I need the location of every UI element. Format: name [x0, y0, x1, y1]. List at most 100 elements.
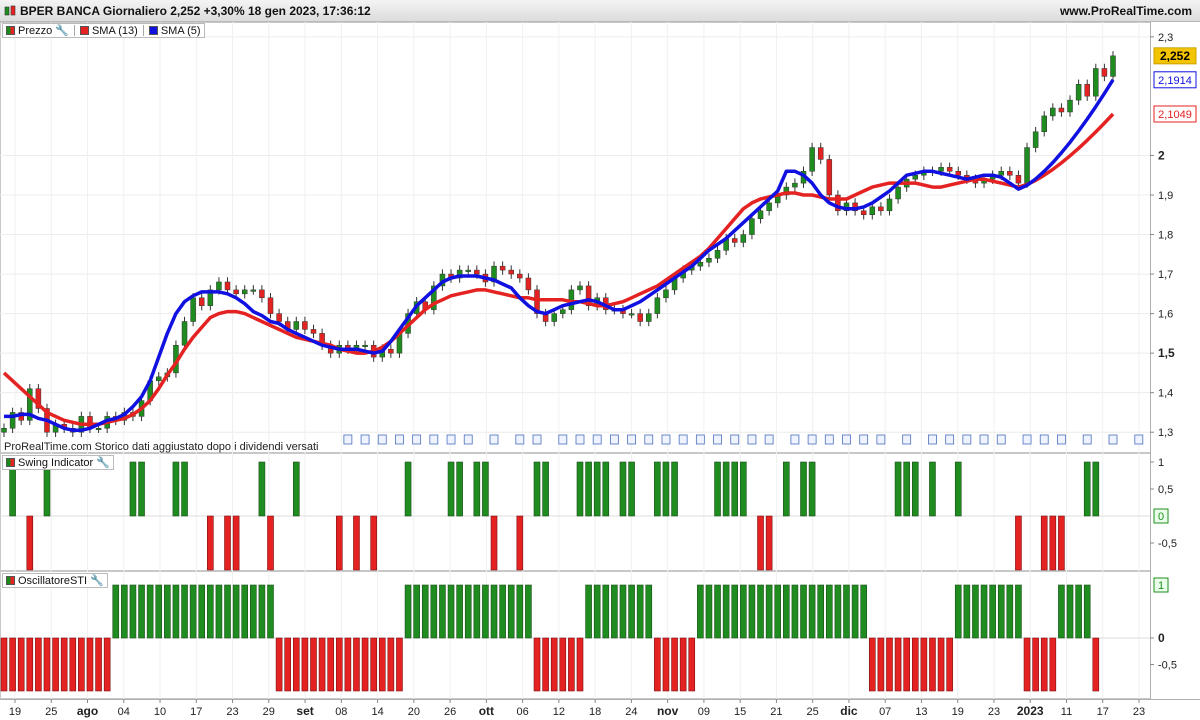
- sti-bar-down: [335, 637, 343, 692]
- x-tick-label: 14: [371, 706, 383, 718]
- swing-bar-up: [404, 461, 412, 517]
- wrench-icon[interactable]: 🔧: [90, 574, 104, 587]
- sti-bar-up: [593, 584, 601, 639]
- dividend-icon: [592, 434, 602, 445]
- swing-bar-up: [894, 461, 902, 517]
- sti-bar-up: [1006, 584, 1014, 639]
- dividend-icon: [730, 434, 740, 445]
- sti-bar-up: [207, 584, 214, 639]
- x-tick-label: 21: [770, 706, 782, 718]
- dividend-icon: [609, 434, 619, 445]
- sti-bar-up: [215, 584, 223, 639]
- sti-legend[interactable]: OscillatoreSTI 🔧: [2, 573, 108, 588]
- swing-tick-label: -0,5: [1158, 538, 1177, 550]
- sti-bar-down: [946, 637, 953, 692]
- sti-bar-down: [1032, 637, 1039, 692]
- candle-body: [362, 344, 368, 347]
- sti-bar-down: [868, 637, 876, 692]
- sti-bar-down: [17, 637, 25, 692]
- swing-bar-down: [1058, 515, 1065, 571]
- swing-bar-down: [26, 515, 34, 571]
- dividend-icon: [996, 434, 1006, 445]
- sti-bar-up: [740, 584, 747, 639]
- candle-body: [1101, 68, 1108, 77]
- sti-bar-up: [722, 584, 730, 639]
- swing-bar-up: [585, 461, 592, 517]
- candle-body: [654, 297, 661, 314]
- swing-bar-up: [662, 461, 670, 517]
- sti-current-value: 1: [1158, 580, 1164, 592]
- price-tick-label: 1,8: [1158, 230, 1173, 242]
- x-tick-label: 04: [118, 706, 130, 718]
- x-tick-label: 19: [952, 706, 964, 718]
- sti-bar-up: [843, 584, 850, 639]
- sti-bar-up: [628, 584, 635, 639]
- sti-bar-up: [430, 584, 438, 639]
- sti-bar-down: [550, 637, 558, 692]
- candle-body: [1084, 84, 1090, 97]
- price-legend[interactable]: Prezzo 🔧 SMA (13) SMA (5): [2, 23, 205, 38]
- swing-legend[interactable]: Swing Indicator 🔧: [2, 455, 114, 470]
- dividend-icon: [1039, 434, 1049, 445]
- candle-body: [809, 147, 815, 172]
- x-tick-label: 25: [807, 706, 819, 718]
- sti-bar-up: [112, 584, 120, 639]
- dividend-icon: [429, 434, 439, 445]
- swing-bar-up: [292, 461, 300, 517]
- sti-bar-down: [370, 637, 377, 692]
- candle-body: [388, 348, 394, 354]
- x-tick-label: 23: [988, 706, 1000, 718]
- candle-body: [499, 265, 506, 271]
- swing-bar-up: [808, 461, 816, 517]
- x-tick-label: 12: [553, 706, 565, 718]
- sti-bar-down: [52, 637, 59, 692]
- swing-bar-up: [576, 461, 584, 517]
- sti-bar-down: [344, 637, 352, 692]
- candle-body: [1075, 84, 1082, 101]
- candle-body: [895, 186, 901, 200]
- sti-bar-down: [533, 637, 541, 692]
- swing-bar-down: [757, 515, 764, 571]
- sti-bar-up: [834, 584, 842, 639]
- dividend-icon: [661, 434, 671, 445]
- x-tick-label: 17: [1097, 706, 1109, 718]
- sti-bar-up: [439, 584, 446, 639]
- swing-bar-up: [473, 461, 481, 517]
- sti-bar-up: [954, 584, 962, 639]
- swing-bar-down: [335, 515, 343, 571]
- sti-bar-up: [189, 584, 197, 639]
- candle-body: [1024, 147, 1030, 184]
- candle-body: [1067, 99, 1073, 113]
- candle-body: [224, 281, 231, 291]
- sti-bar-up: [619, 584, 627, 639]
- wrench-icon[interactable]: 🔧: [55, 24, 69, 37]
- candle-body: [1093, 68, 1099, 97]
- x-tick-label: 23: [226, 706, 238, 718]
- candle-body: [525, 277, 532, 291]
- x-tick-label: 24: [625, 706, 637, 718]
- candle-body: [757, 210, 764, 219]
- x-tick-label: 13: [915, 706, 927, 718]
- chart-area[interactable]: 2,321,91,81,71,61,51,41,319 25 ago 04 10 17 23…: [0, 0, 1200, 720]
- wrench-icon[interactable]: 🔧: [96, 456, 110, 469]
- swing-bar-up: [740, 461, 747, 517]
- sti-bar-down: [292, 637, 300, 692]
- candle-body: [697, 261, 704, 267]
- dividend-icon: [558, 434, 568, 445]
- sti-bar-up: [490, 584, 498, 639]
- x-tick-label: 15: [734, 706, 746, 718]
- dividend-icon: [962, 434, 972, 445]
- candle-body: [1050, 107, 1056, 117]
- x-tick-label: 06: [516, 706, 528, 718]
- candle-body: [766, 202, 772, 212]
- sti-bar-down: [894, 637, 902, 692]
- sti-bar-up: [241, 584, 249, 639]
- sti-bar-up: [774, 584, 782, 639]
- candle-body: [1015, 174, 1022, 184]
- swing-bar-up: [903, 461, 910, 517]
- candle-body: [663, 289, 669, 299]
- x-tick-label: ott: [479, 704, 494, 718]
- sti-tick-label: -0,5: [1158, 660, 1177, 672]
- swing-bar-down: [207, 515, 214, 571]
- dividend-icon: [377, 434, 387, 445]
